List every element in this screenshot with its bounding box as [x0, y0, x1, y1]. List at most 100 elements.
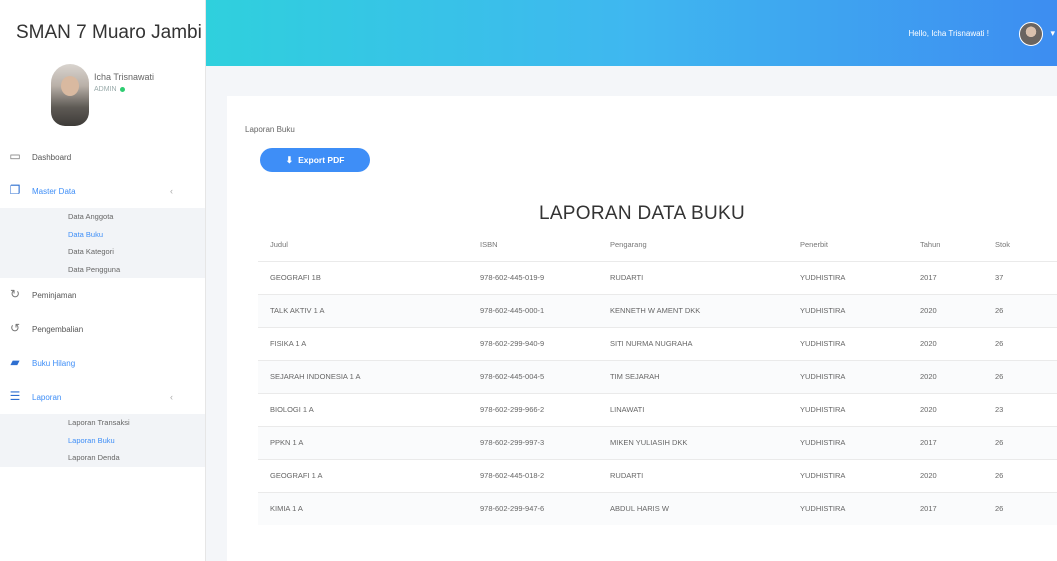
cell-stok: 26	[983, 491, 1057, 525]
sidebar-item-buku-hilang[interactable]: ▰ Buku Hilang	[0, 346, 205, 380]
monitor-icon: ▭	[9, 149, 21, 163]
cell-stok: 26	[983, 458, 1057, 492]
cell-isbn: 978-602-445-019-9	[468, 260, 598, 294]
brand-title[interactable]: SMAN 7 Muaro Jambi	[0, 0, 205, 66]
table-row: KIMIA 1 A 978-602-299-947-6 ABDUL HARIS …	[258, 491, 1057, 525]
cell-penerbit: YUDHISTIRA	[788, 491, 908, 525]
cell-penerbit: YUDHISTIRA	[788, 392, 908, 426]
export-pdf-button[interactable]: ⬇ Export PDF	[260, 148, 370, 172]
user-role: ADMIN	[94, 86, 125, 93]
caret-down-icon[interactable]: ▾	[1050, 28, 1055, 39]
table-row: GEOGRAFI 1 A 978-602-445-018-2 RUDARTI Y…	[258, 458, 1057, 492]
cell-judul: SEJARAH INDONESIA 1 A	[258, 359, 468, 393]
cell-tahun: 2017	[908, 425, 983, 459]
sidebar-item-label: Pengembalian	[32, 324, 84, 334]
cell-pengarang: LINAWATI	[598, 392, 788, 426]
column-header-isbn[interactable]: ISBN	[468, 228, 598, 261]
cell-judul: GEOGRAFI 1 A	[258, 458, 468, 492]
cell-isbn: 978-602-445-000-1	[468, 293, 598, 327]
sidebar-item-label: Laporan	[32, 392, 62, 402]
chevron-left-icon: ‹	[170, 186, 173, 196]
cell-isbn: 978-602-299-940-9	[468, 326, 598, 360]
cell-tahun: 2020	[908, 392, 983, 426]
cell-judul: GEOGRAFI 1B	[258, 260, 468, 294]
cell-stok: 26	[983, 326, 1057, 360]
table-row: BIOLOGI 1 A 978-602-299-966-2 LINAWATI Y…	[258, 392, 1057, 426]
cell-tahun: 2020	[908, 293, 983, 327]
cell-penerbit: YUDHISTIRA	[788, 260, 908, 294]
column-header-stok[interactable]: Stok	[983, 228, 1057, 261]
column-header-penerbit[interactable]: Penerbit	[788, 228, 908, 261]
list-icon: ☰	[9, 389, 21, 403]
table-row: TALK AKTIV 1 A 978-602-445-000-1 KENNETH…	[258, 293, 1057, 327]
table-row: SEJARAH INDONESIA 1 A 978-602-445-004-5 …	[258, 359, 1057, 393]
column-header-pengarang[interactable]: Pengarang	[598, 228, 788, 261]
greeting-text: Hello, Icha Trisnawati !	[908, 29, 989, 38]
cell-tahun: 2017	[908, 491, 983, 525]
cell-isbn: 978-602-299-966-2	[468, 392, 598, 426]
undo-icon: ↺	[9, 321, 21, 335]
cell-isbn: 978-602-445-018-2	[468, 458, 598, 492]
report-title: LAPORAN DATA BUKU	[538, 203, 746, 224]
submenu-item-laporan-transaksi[interactable]: Laporan Transaksi	[0, 414, 205, 432]
submenu-item-data-kategori[interactable]: Data Kategori	[0, 243, 205, 261]
submenu-laporan: Laporan Transaksi Laporan Buku Laporan D…	[0, 414, 205, 467]
cell-pengarang: TIM SEJARAH	[598, 359, 788, 393]
cell-pengarang: ABDUL HARIS W	[598, 491, 788, 525]
online-status-icon	[119, 86, 125, 92]
copy-icon: ❐	[9, 183, 21, 197]
cell-penerbit: YUDHISTIRA	[788, 458, 908, 492]
cell-tahun: 2020	[908, 326, 983, 360]
submenu-item-laporan-buku[interactable]: Laporan Buku	[0, 432, 205, 450]
sidebar-item-pengembalian[interactable]: ↺ Pengembalian	[0, 312, 205, 346]
table-row: PPKN 1 A 978-602-299-997-3 MIKEN YULIASI…	[258, 425, 1057, 459]
cell-judul: FISIKA 1 A	[258, 326, 468, 360]
report-card: Laporan Buku ⬇ Export PDF LAPORAN DATA B…	[227, 96, 1057, 561]
books-table: Judul ISBN Pengarang Penerbit Tahun Stok…	[258, 228, 1057, 525]
cell-judul: BIOLOGI 1 A	[258, 392, 468, 426]
sidebar-item-dashboard[interactable]: ▭ Dashboard	[0, 140, 205, 174]
cell-tahun: 2020	[908, 359, 983, 393]
cell-judul: KIMIA 1 A	[258, 491, 468, 525]
cell-penerbit: YUDHISTIRA	[788, 359, 908, 393]
sidebar-nav: ▭ Dashboard ❐ Master Data ‹	[0, 140, 205, 208]
table-row: GEOGRAFI 1B 978-602-445-019-9 RUDARTI YU…	[258, 260, 1057, 294]
sidebar-item-laporan[interactable]: ☰ Laporan ‹	[0, 380, 205, 414]
cell-pengarang: SITI NURMA NUGRAHA	[598, 326, 788, 360]
sidebar-item-peminjaman[interactable]: ↻ Peminjaman	[0, 278, 205, 312]
column-header-tahun[interactable]: Tahun	[908, 228, 983, 261]
cell-penerbit: YUDHISTIRA	[788, 425, 908, 459]
sidebar-item-label: Dashboard	[32, 152, 72, 162]
submenu-item-data-anggota[interactable]: Data Anggota	[0, 208, 205, 226]
cell-stok: 37	[983, 260, 1057, 294]
user-name: Icha Trisnawati	[94, 72, 155, 82]
cell-stok: 23	[983, 392, 1057, 426]
cell-pengarang: RUDARTI	[598, 458, 788, 492]
submenu-item-laporan-denda[interactable]: Laporan Denda	[0, 449, 205, 467]
sidebar-item-label: Peminjaman	[32, 290, 77, 300]
column-header-judul[interactable]: Judul	[258, 228, 468, 261]
sidebar-item-master-data[interactable]: ❐ Master Data ‹	[0, 174, 205, 208]
user-panel: Icha Trisnawati ADMIN	[0, 64, 205, 140]
cell-judul: PPKN 1 A	[258, 425, 468, 459]
cell-pengarang: MIKEN YULIASIH DKK	[598, 425, 788, 459]
breadcrumb: Laporan Buku	[245, 125, 295, 134]
table-row: FISIKA 1 A 978-602-299-940-9 SITI NURMA …	[258, 326, 1057, 360]
user-menu-avatar[interactable]	[1019, 22, 1043, 46]
cell-stok: 26	[983, 425, 1057, 459]
cell-stok: 26	[983, 293, 1057, 327]
submenu-item-data-pengguna[interactable]: Data Pengguna	[0, 261, 205, 279]
cell-tahun: 2020	[908, 458, 983, 492]
submenu-item-data-buku[interactable]: Data Buku	[0, 226, 205, 244]
download-icon: ⬇	[285, 154, 294, 165]
user-avatar	[51, 64, 89, 126]
cell-judul: TALK AKTIV 1 A	[258, 293, 468, 327]
submenu-master-data: Data Anggota Data Buku Data Kategori Dat…	[0, 208, 205, 278]
topbar: Hello, Icha Trisnawati ! ▾	[206, 0, 1057, 66]
cell-isbn: 978-602-299-997-3	[468, 425, 598, 459]
cell-isbn: 978-602-299-947-6	[468, 491, 598, 525]
cell-pengarang: KENNETH W AMENT DKK	[598, 293, 788, 327]
cell-pengarang: RUDARTI	[598, 260, 788, 294]
cell-penerbit: YUDHISTIRA	[788, 326, 908, 360]
book-icon: ▰	[10, 355, 20, 369]
